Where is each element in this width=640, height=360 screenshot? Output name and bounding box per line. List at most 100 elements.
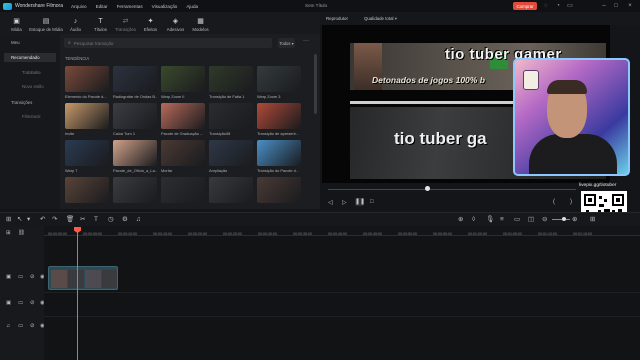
menu-item-arquivo[interactable]: Arquivo [71,4,87,9]
transition-item[interactable]: Transição do Pacote d... [257,140,301,173]
microphone-icon[interactable]: 🎙 [486,215,494,224]
transition-item[interactable] [65,177,109,205]
shield-icon[interactable]: ◊ [472,215,475,224]
transition-item[interactable]: Caixa Turn 1 [113,103,157,136]
player-tab[interactable]: Reprodutor [326,16,348,21]
folder-icon-2[interactable]: ▭ [18,300,23,306]
bracket-left-icon[interactable]: ( [553,199,555,205]
menu-item-visualizacao[interactable]: Visualização [152,4,178,9]
redo-icon[interactable]: ↷ [52,215,57,224]
stop-icon[interactable]: □ [370,199,374,205]
pause-button[interactable]: ❚❚ [355,198,365,206]
sidebar-item-recomendado[interactable]: Recomendado [4,53,56,62]
folder-icon[interactable]: ▭ [18,274,23,280]
link-icon[interactable]: ⛓ [18,230,25,236]
add-marker-icon[interactable]: ⊕ [458,215,463,224]
text-icon[interactable]: T [94,215,98,224]
audio-adjust-icon[interactable]: ♫ [136,215,141,224]
transition-item[interactable]: Transição08 [209,103,253,136]
transition-item[interactable]: Elemento do Pacote d... [65,66,109,99]
more-options-icon[interactable]: ··· [303,38,309,44]
playhead[interactable] [77,228,78,360]
sidebar-item-novo-estilo[interactable]: Novo estilo [4,82,56,91]
transition-item[interactable]: Pacote de Graduação ... [161,103,205,136]
tool-titles[interactable]: T Títulos [88,14,113,34]
account-icon[interactable]: ◌ [542,2,550,10]
tool-transitions[interactable]: ⇄ Transições [113,14,138,34]
sidebar-item-transicoes[interactable]: Transições [4,98,56,107]
lock-icon-2[interactable]: ⊘ [30,300,35,306]
preview-scrubber[interactable] [328,189,576,190]
tool-templates[interactable]: ▦ Modelos [188,14,213,34]
transition-item[interactable]: Morfar [161,140,205,173]
titles-icon: T [98,18,103,25]
zoom-slider[interactable] [552,219,570,220]
timer-icon[interactable]: ◷ [108,215,114,224]
image-icon[interactable]: ◫ [528,215,534,224]
notification-icon[interactable]: ◔ [554,2,562,10]
close-icon[interactable]: × [626,2,634,10]
transition-item[interactable]: Transição de apresent... [257,103,301,136]
sidebar-item-meu[interactable]: Meu [4,38,56,47]
zoom-out-icon[interactable]: ⊖ [542,215,547,224]
buy-button[interactable]: Comprar [513,2,537,10]
select-arrow-icon[interactable]: ↖ [17,215,22,224]
scrubber-handle[interactable] [425,186,430,191]
list-icon[interactable]: ≡ [500,215,504,224]
bracket-right-icon[interactable]: ) [570,199,572,205]
screen-icon[interactable]: ▭ [514,215,520,224]
tool-effects[interactable]: ✦ Efeitos [138,14,163,34]
lock-icon[interactable]: ⊘ [30,274,35,280]
add-track-icon[interactable]: ⊞ [6,230,11,236]
folder-icon-3[interactable]: ▭ [18,323,23,329]
transition-item[interactable]: Pacote_de_Ofício_a_La... [113,140,157,173]
adjust-icon[interactable]: ⚙ [122,215,128,224]
tool-audio[interactable]: ♪ Áudio [63,14,88,34]
transition-caption: Invite [65,131,75,136]
transition-thumbnail [161,103,205,129]
transition-item[interactable]: Warp 7 [65,140,109,173]
transition-caption: Ampliação [209,168,228,173]
layout-grid-icon[interactable]: ⊞ [6,215,11,224]
sidebar-item-trabbalte[interactable]: TrabBalte [4,68,56,77]
quality-dropdown[interactable]: Qualidade total ▾ [358,16,397,22]
play-icon[interactable]: ▷ [342,199,347,206]
transition-item[interactable]: Ampliação [209,140,253,173]
layout-icon[interactable]: ▭ [566,2,574,10]
tool-stickers[interactable]: ◈ Adesivos [163,14,188,34]
delete-icon[interactable]: 🗑 [66,215,74,224]
grid-view-icon[interactable]: ⊞ [590,215,595,224]
dropdown-icon[interactable]: ▾ [27,215,30,224]
video-clip[interactable] [48,266,118,290]
maximize-icon[interactable]: □ [612,2,620,10]
timeline-tracks[interactable] [44,236,640,360]
tool-stock-media[interactable]: ▤ Estoque de Mídia [29,14,63,34]
transition-item[interactable]: Transição de Fatia 1 [209,66,253,99]
transition-item[interactable] [161,177,205,205]
transition-item[interactable]: Invite [65,103,109,136]
previous-frame-icon[interactable]: ◁ [328,199,333,206]
zoom-slider-handle[interactable] [562,217,566,221]
sidebar-item-filmstock[interactable]: Filmstock [4,112,56,121]
clip-frame [85,270,101,288]
app-name: Wondershare Filmora [15,3,63,9]
transition-item[interactable] [113,177,157,205]
transition-item[interactable] [257,177,301,205]
transition-item[interactable] [209,177,253,205]
transition-item[interactable]: Warp Zoom 3 [257,66,301,99]
cut-icon[interactable]: ✂ [80,215,85,224]
transition-item[interactable]: Radiografar de Ondas B... [113,66,157,99]
zoom-in-icon[interactable]: ⊕ [572,215,577,224]
search-input[interactable] [73,40,254,46]
panel-scrollbar[interactable] [314,54,317,114]
minimize-icon[interactable]: – [600,2,608,10]
webcam-person-body [529,134,617,174]
menu-item-editar[interactable]: Editar [96,4,108,9]
menu-item-ferramentas[interactable]: Ferramentas [117,4,143,9]
menu-item-ajuda[interactable]: Ajuda [186,4,198,9]
lock-icon-3[interactable]: ⊘ [30,323,35,329]
undo-icon[interactable]: ↶ [40,215,45,224]
tool-media[interactable]: ▣ Mídia [4,14,29,34]
filter-dropdown[interactable]: Todos ▾ [278,38,295,48]
transition-item[interactable]: Warp Zoom II [161,66,205,99]
